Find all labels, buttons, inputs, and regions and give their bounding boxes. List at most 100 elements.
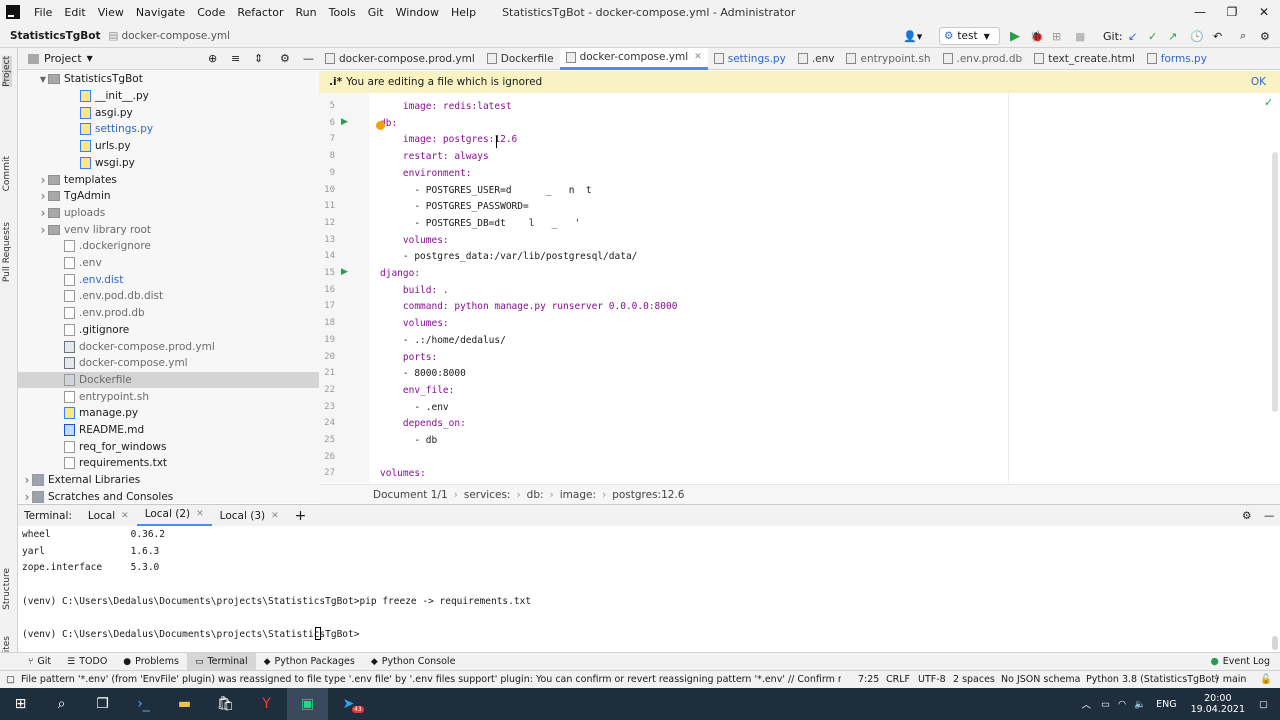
banner-ok-button[interactable]: OK (1251, 76, 1266, 88)
file-explorer-icon[interactable]: ▬ (164, 688, 205, 720)
tree-item[interactable]: .env.pod.db.dist (18, 288, 319, 305)
add-terminal-icon[interactable]: + (287, 508, 315, 524)
editor-tab[interactable]: .env (792, 48, 841, 70)
chevron-right-icon[interactable]: › (22, 473, 32, 487)
terminal-tab[interactable]: Local (3) ✕ (212, 505, 287, 527)
editor-tab[interactable]: Dockerfile (481, 48, 560, 70)
git-push-icon[interactable]: ↗ (1168, 28, 1177, 44)
intention-bulb-icon[interactable] (376, 121, 385, 130)
structure-tool-tab[interactable]: Structure (2, 568, 12, 610)
breadcrumb-item[interactable]: services: (458, 489, 517, 501)
editor-tab[interactable]: docker-compose.prod.yml (319, 48, 481, 70)
user-icon[interactable]: 👤▾ (903, 28, 922, 44)
nav-file[interactable]: ▤ docker-compose.yml (105, 30, 235, 42)
chevron-down-icon[interactable]: ▼ (87, 54, 93, 63)
tree-item[interactable]: › External Libraries (18, 472, 319, 489)
tree-item[interactable]: docker-compose.yml (18, 355, 319, 372)
line-separator[interactable]: CRLF (886, 674, 910, 685)
chevron-right-icon[interactable]: › (38, 173, 48, 187)
store-icon[interactable]: 🛍 (205, 688, 246, 720)
windows-start-icon[interactable]: ⊞ (0, 688, 41, 720)
tree-item[interactable]: __init__.py (18, 88, 319, 105)
editor-tab[interactable]: entrypoint.sh (840, 48, 936, 70)
close-tab-icon[interactable]: ✕ (121, 511, 129, 521)
chevron-right-icon[interactable]: › (22, 490, 32, 503)
pycharm-taskbar-icon[interactable]: ▣ (287, 688, 328, 720)
close-tab-icon[interactable]: ✕ (271, 511, 279, 521)
stop-icon[interactable]: ■ (1075, 28, 1085, 44)
tool-window-button[interactable]: ⑂ Git (20, 653, 59, 671)
tree-item[interactable]: README.md (18, 422, 319, 439)
git-branch[interactable]: ⑂ main (1214, 674, 1246, 685)
terminal-tab[interactable]: Local ✕ (80, 505, 137, 527)
volume-icon[interactable]: 🔈 (1134, 699, 1146, 710)
tool-window-button[interactable]: ● Problems (115, 653, 187, 671)
minimize-icon[interactable]: — (1184, 0, 1216, 24)
telegram-icon[interactable]: ➤ 43 (328, 688, 369, 720)
terminal-tab[interactable]: Local (2) ✕ (136, 505, 212, 527)
python-interpreter[interactable]: Python 3.8 (StatisticsTgBot) (1086, 674, 1219, 685)
tree-item[interactable]: .env.dist (18, 271, 319, 288)
menu-run[interactable]: Run (290, 6, 323, 19)
terminal-output[interactable]: wheel 0.36.2 yarl 1.6.3 zope.interface 5.3… (18, 526, 1280, 652)
restore-icon[interactable]: ❐ (1216, 0, 1248, 24)
menu-help[interactable]: Help (445, 6, 482, 19)
caret-position[interactable]: 7:25 (858, 674, 879, 685)
code-editor[interactable]: image: redis:latest db: image: postgres:1… (370, 93, 1265, 483)
debug-icon[interactable]: 🐞 (1030, 28, 1044, 44)
tree-item[interactable]: Dockerfile (18, 371, 319, 389)
tree-item[interactable]: › TgAdmin (18, 188, 319, 205)
notifications-icon[interactable]: ▢ (1259, 699, 1268, 710)
event-log-button[interactable]: ● Event Log (1211, 656, 1271, 667)
show-hidden-icons-icon[interactable]: ︿ (1081, 697, 1091, 711)
expand-all-icon[interactable]: ≡ (231, 52, 240, 65)
tree-item[interactable]: urls.py (18, 138, 319, 155)
editor-scrollbar[interactable] (1272, 152, 1278, 412)
search-icon[interactable]: ⌕ (1240, 28, 1246, 44)
tree-item[interactable]: › uploads (18, 205, 319, 222)
locate-icon[interactable]: ⊕ (208, 52, 217, 65)
tool-window-button[interactable]: ◆ Python Packages (256, 653, 363, 671)
run-gutter-icon[interactable]: ▶ (341, 117, 348, 127)
gear-icon[interactable]: ⚙ (280, 52, 290, 65)
search-icon[interactable]: ⌕ (41, 688, 82, 720)
tree-item[interactable]: .env.prod.db (18, 305, 319, 322)
tree-item[interactable]: docker-compose.prod.yml (18, 338, 319, 355)
chevron-right-icon[interactable]: › (38, 223, 48, 237)
collapse-all-icon[interactable]: ⇕ (254, 52, 263, 65)
tool-window-button[interactable]: ☰ TODO (59, 653, 115, 671)
menu-file[interactable]: File (28, 6, 58, 19)
close-icon[interactable]: ✕ (1248, 0, 1280, 24)
status-message[interactable]: File pattern '*.env' (from 'EnvFile' plu… (21, 674, 841, 685)
yandex-browser-icon[interactable]: Y (246, 688, 287, 720)
menu-tools[interactable]: Tools (323, 6, 362, 19)
nav-project[interactable]: StatisticsTgBot (0, 30, 105, 42)
tree-item[interactable]: settings.py (18, 121, 319, 138)
editor-tab[interactable]: text_create.html (1028, 48, 1141, 70)
rollback-icon[interactable]: ↶ (1213, 28, 1222, 44)
chevron-right-icon[interactable]: › (38, 189, 48, 203)
editor-tab[interactable]: forms.py (1141, 48, 1213, 70)
tree-item[interactable]: .dockerignore (18, 238, 319, 255)
git-history-icon[interactable]: 🕒 (1190, 28, 1204, 44)
tree-item[interactable]: entrypoint.sh (18, 388, 319, 405)
tree-item[interactable]: › templates (18, 171, 319, 188)
network-icon[interactable]: ▭ (1101, 699, 1110, 710)
commit-tool-tab[interactable]: Commit (2, 156, 12, 191)
close-tab-icon[interactable]: ✕ (694, 52, 702, 62)
run-config-select[interactable]: ⚙ test ▼ (939, 27, 1000, 45)
menu-code[interactable]: Code (191, 6, 231, 19)
tree-item[interactable]: ▼ StatisticsTgBot (18, 71, 319, 88)
tree-item[interactable]: asgi.py (18, 104, 319, 121)
git-update-icon[interactable]: ↙ (1128, 28, 1137, 44)
breadcrumb-item[interactable]: postgres:12.6 (606, 489, 690, 501)
terminal-scrollbar[interactable] (1272, 636, 1278, 650)
project-panel-title[interactable]: Project (44, 52, 82, 65)
tree-item[interactable]: .env (18, 255, 319, 272)
settings-icon[interactable]: ⚙ (1260, 28, 1270, 44)
tree-item[interactable]: .gitignore (18, 322, 319, 339)
json-schema[interactable]: No JSON schema (1001, 674, 1081, 685)
project-tool-tab[interactable]: Project (2, 56, 12, 87)
tool-window-button[interactable]: ◆ Python Console (363, 653, 464, 671)
menu-edit[interactable]: Edit (58, 6, 91, 19)
